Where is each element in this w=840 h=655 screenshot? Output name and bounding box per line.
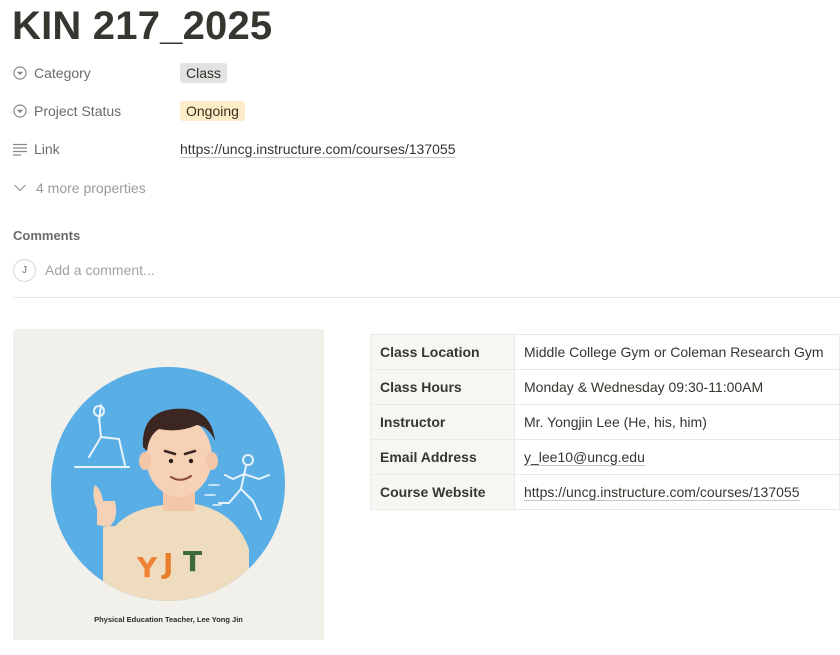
course-info-table: Class Location Middle College Gym or Col… (370, 334, 840, 510)
comment-input[interactable]: Add a comment... (45, 262, 155, 278)
table-value-instructor[interactable]: Mr. Yongjin Lee (He, his, him) (514, 404, 840, 440)
table-key-hours[interactable]: Class Hours (370, 369, 515, 405)
shirt-letter-t: T (183, 545, 202, 578)
more-properties-toggle[interactable]: 4 more properties (12, 176, 146, 200)
email-link[interactable]: y_lee10@uncg.edu (524, 449, 645, 465)
property-name[interactable]: Project Status (12, 103, 180, 119)
status-tag[interactable]: Ongoing (180, 101, 245, 121)
illustration-art: Y J T (51, 367, 285, 601)
table-key-website[interactable]: Course Website (370, 474, 515, 510)
table-key-instructor[interactable]: Instructor (370, 404, 515, 440)
chevron-circle-icon (12, 65, 28, 81)
instructor-illustration[interactable]: Y J T Physical Education Teacher, Lee Yo… (13, 329, 324, 640)
table-value-hours[interactable]: Monday & Wednesday 09:30-11:00AM (514, 369, 840, 405)
property-category[interactable]: Category Class (12, 59, 832, 87)
more-properties-label: 4 more properties (36, 180, 146, 196)
property-label-link: Link (34, 141, 60, 157)
property-status[interactable]: Project Status Ongoing (12, 97, 832, 125)
property-value-link[interactable]: https://uncg.instructure.com/courses/137… (180, 141, 455, 157)
table-row: Class Location Middle College Gym or Col… (370, 334, 840, 370)
property-name[interactable]: Link (12, 141, 180, 157)
property-value-category[interactable]: Class (180, 63, 228, 83)
property-label-status: Project Status (34, 103, 122, 119)
shirt-letter-y: Y (136, 551, 158, 584)
course-link[interactable]: https://uncg.instructure.com/courses/137… (180, 141, 455, 157)
page-title[interactable]: KIN 217_2025 (12, 4, 272, 49)
website-link[interactable]: https://uncg.instructure.com/courses/137… (524, 484, 799, 500)
table-value-website[interactable]: https://uncg.instructure.com/courses/137… (514, 474, 840, 510)
comment-composer[interactable]: J Add a comment... (13, 258, 155, 282)
shirt-letter-j: J (161, 547, 173, 580)
illustration-caption: Physical Education Teacher, Lee Yong Jin (94, 615, 243, 624)
table-key-email[interactable]: Email Address (370, 439, 515, 475)
category-tag[interactable]: Class (180, 63, 228, 83)
lines-icon (12, 141, 28, 157)
table-row: Email Address y_lee10@uncg.edu (370, 439, 840, 475)
table-row: Instructor Mr. Yongjin Lee (He, his, him… (370, 404, 840, 440)
table-row: Course Website https://uncg.instructure.… (370, 474, 840, 510)
property-name[interactable]: Category (12, 65, 180, 81)
chevron-down-icon (12, 180, 28, 196)
avatar: J (13, 258, 36, 282)
table-value-email[interactable]: y_lee10@uncg.edu (514, 439, 840, 475)
table-key-location[interactable]: Class Location (370, 334, 515, 370)
divider (13, 297, 840, 298)
property-link[interactable]: Link https://uncg.instructure.com/course… (12, 135, 832, 163)
comments-heading: Comments (13, 228, 81, 243)
table-row: Class Hours Monday & Wednesday 09:30-11:… (370, 369, 840, 405)
property-label-category: Category (34, 65, 91, 81)
chevron-circle-icon (12, 103, 28, 119)
table-value-location[interactable]: Middle College Gym or Coleman Research G… (514, 334, 840, 370)
property-value-status[interactable]: Ongoing (180, 101, 245, 121)
